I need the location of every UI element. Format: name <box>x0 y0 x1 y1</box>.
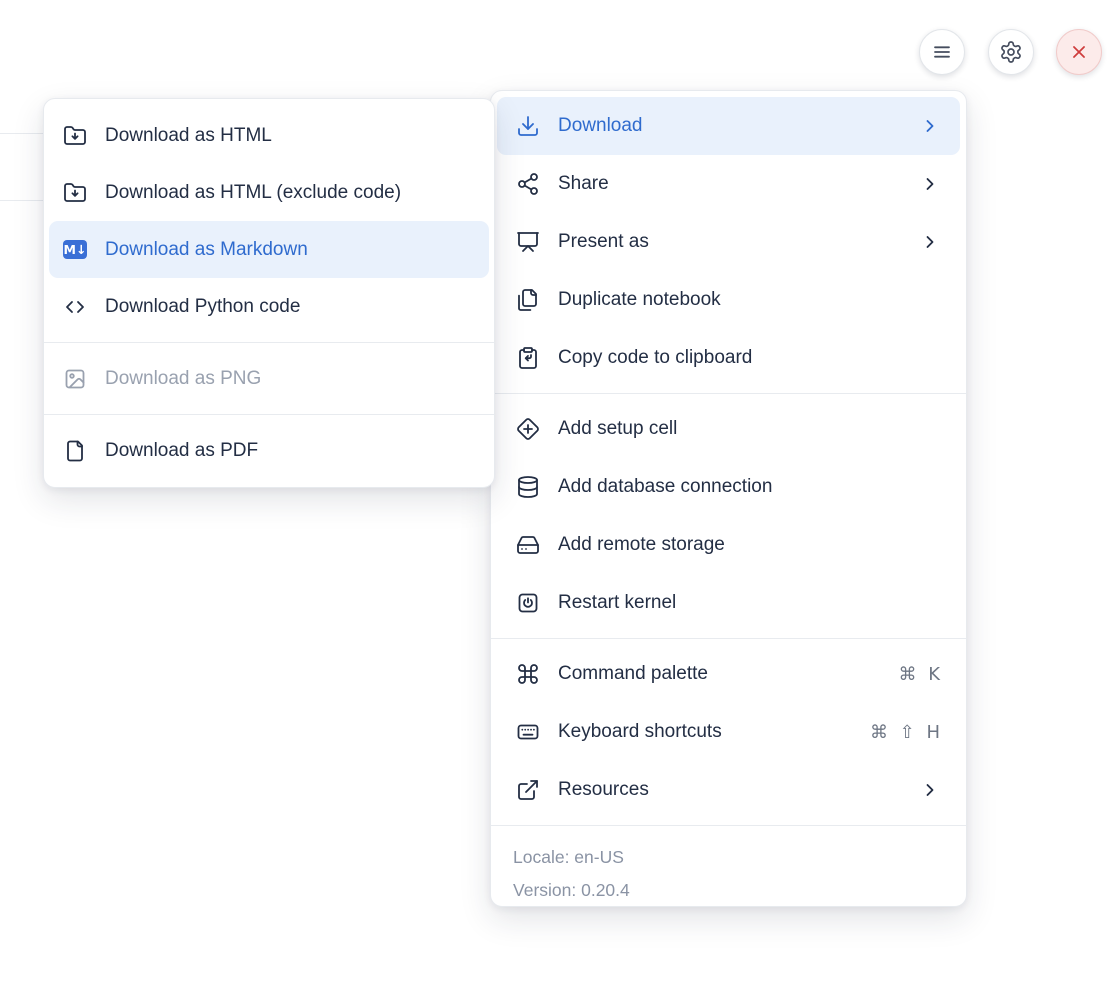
menu-item-label: Download as PNG <box>105 368 473 390</box>
external-link-icon <box>516 778 540 802</box>
menu-item-label: Present as <box>558 231 920 253</box>
folder-download-icon <box>63 124 87 148</box>
menu-separator <box>491 825 966 826</box>
background-divider <box>0 133 46 134</box>
menu-item-download-python-code[interactable]: Download Python code <box>49 278 489 335</box>
hamburger-icon <box>930 40 954 64</box>
clipboard-copy-icon <box>516 346 540 370</box>
menu-item-label: Add database connection <box>558 476 940 498</box>
power-icon <box>516 591 540 615</box>
shortcut-badge: ⌘ ⇧ H <box>870 722 940 743</box>
menu-item-download-as-html-exclude-code[interactable]: Download as HTML (exclude code) <box>49 164 489 221</box>
chevron-right-icon <box>920 116 940 136</box>
background-divider <box>0 200 46 201</box>
menu-item-label: Share <box>558 173 920 195</box>
menu-item-label: Command palette <box>558 663 898 685</box>
menu-item-download-as-markdown[interactable]: M↓ Download as Markdown <box>49 221 489 278</box>
folder-download-icon <box>63 181 87 205</box>
menu-item-label: Download as HTML <box>105 125 473 147</box>
menu-separator <box>44 414 494 415</box>
download-icon <box>516 114 540 138</box>
download-submenu-panel: Download as HTML Download as HTML (exclu… <box>43 98 495 488</box>
menu-item-label: Keyboard shortcuts <box>558 721 870 743</box>
menu-item-label: Add remote storage <box>558 534 940 556</box>
menu-item-label: Download as PDF <box>105 440 473 462</box>
menu-item-command-palette[interactable]: Command palette ⌘ K <box>497 645 960 703</box>
menu-item-label: Resources <box>558 779 920 801</box>
menu-item-add-setup-cell[interactable]: Add setup cell <box>497 400 960 458</box>
menu-item-label: Download <box>558 115 920 137</box>
menu-item-restart-kernel[interactable]: Restart kernel <box>497 574 960 632</box>
image-icon <box>63 367 87 391</box>
menu-separator <box>44 342 494 343</box>
shortcut-badge: ⌘ K <box>898 664 940 685</box>
notebook-menu-button[interactable] <box>919 29 965 75</box>
menu-item-download-as-pdf[interactable]: Download as PDF <box>49 422 489 479</box>
menu-item-add-database-connection[interactable]: Add database connection <box>497 458 960 516</box>
hard-drive-icon <box>516 533 540 557</box>
menu-item-present-as[interactable]: Present as <box>497 213 960 271</box>
file-icon <box>63 439 87 463</box>
menu-separator <box>491 393 966 394</box>
share-icon <box>516 172 540 196</box>
chevron-right-icon <box>920 174 940 194</box>
notebook-menu-panel: Download Share Present as Duplicate note… <box>490 90 967 907</box>
menu-item-label: Copy code to clipboard <box>558 347 940 369</box>
presentation-icon <box>516 230 540 254</box>
menu-item-resources[interactable]: Resources <box>497 761 960 819</box>
menu-footer: Locale: en-US Version: 0.20.4 <box>491 832 966 915</box>
menu-item-copy-code-to-clipboard[interactable]: Copy code to clipboard <box>497 329 960 387</box>
database-icon <box>516 475 540 499</box>
menu-item-download-as-png[interactable]: Download as PNG <box>49 350 489 407</box>
version-text: Version: 0.20.4 <box>513 874 944 907</box>
menu-item-duplicate-notebook[interactable]: Duplicate notebook <box>497 271 960 329</box>
command-icon <box>516 662 540 686</box>
menu-item-share[interactable]: Share <box>497 155 960 213</box>
chevron-right-icon <box>920 232 940 252</box>
menu-item-download-as-html[interactable]: Download as HTML <box>49 107 489 164</box>
menu-separator <box>491 638 966 639</box>
menu-item-label: Duplicate notebook <box>558 289 940 311</box>
menu-item-add-remote-storage[interactable]: Add remote storage <box>497 516 960 574</box>
close-icon <box>1068 41 1090 63</box>
menu-item-label: Restart kernel <box>558 592 940 614</box>
menu-item-label: Download Python code <box>105 296 473 318</box>
code-icon <box>63 295 87 319</box>
menu-item-label: Add setup cell <box>558 418 940 440</box>
gear-icon <box>999 40 1023 64</box>
locale-text: Locale: en-US <box>513 841 944 874</box>
chevron-right-icon <box>920 780 940 800</box>
keyboard-icon <box>516 720 540 744</box>
menu-item-label: Download as Markdown <box>105 239 473 261</box>
settings-button[interactable] <box>988 29 1034 75</box>
menu-item-label: Download as HTML (exclude code) <box>105 182 473 204</box>
menu-item-download[interactable]: Download <box>497 97 960 155</box>
close-button[interactable] <box>1056 29 1102 75</box>
duplicate-icon <box>516 288 540 312</box>
menu-item-keyboard-shortcuts[interactable]: Keyboard shortcuts ⌘ ⇧ H <box>497 703 960 761</box>
diamond-plus-icon <box>516 417 540 441</box>
markdown-icon: M↓ <box>63 238 87 262</box>
